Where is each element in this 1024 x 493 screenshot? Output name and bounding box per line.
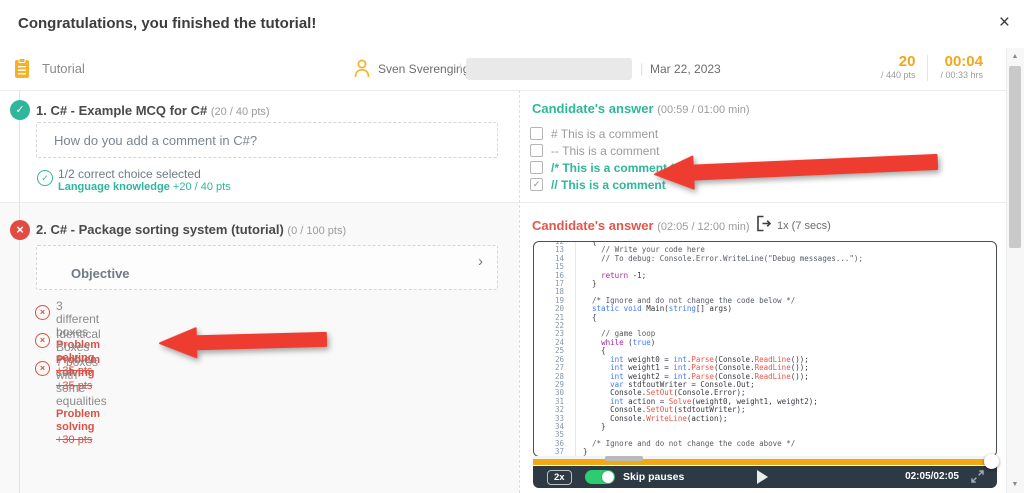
replay-info: 1x (7 secs) [777, 220, 831, 232]
column-divider [519, 90, 520, 493]
code-lines: 12 {13 // Write your code here14 // To d… [534, 241, 996, 457]
candidate-answer-heading-2: Candidate's answer (02:05 / 12:00 min) [532, 218, 750, 233]
mcq-option-label: -- This is a comment [551, 144, 659, 158]
tutorial-results-modal: Congratulations, you finished the tutori… [0, 0, 1024, 493]
chevron-right-icon: › [478, 253, 483, 270]
question1-title: 1. C# - Example MCQ for C# (20 / 40 pts) [36, 103, 270, 118]
info-bar: Tutorial Sven Sverenging | | Mar 22, 202… [0, 48, 1007, 91]
question1-prompt-box: How do you add a comment in C#? [36, 122, 498, 158]
timeline-line [19, 90, 20, 493]
section-divider [0, 202, 1007, 203]
objective-expander[interactable]: Objective › [36, 245, 498, 290]
modal-header: Congratulations, you finished the tutori… [0, 0, 1024, 49]
time-total: / 00:33 hrs [940, 70, 983, 81]
skill-label: Language knowledge [58, 181, 170, 193]
code-text: // To debug: Console.Error.WriteLine("De… [575, 255, 863, 263]
checkbox-icon[interactable] [530, 161, 543, 174]
candidate-email-redacted [466, 58, 632, 80]
playback-speed-button[interactable]: 2x [547, 470, 572, 485]
code-line: 14 // To debug: Console.Error.WriteLine(… [534, 255, 996, 263]
test-case-title: Identical Boxes [56, 328, 101, 354]
playback-progress-bar[interactable] [533, 459, 997, 465]
answer-time: (02:05 / 12:00 min) [657, 221, 749, 233]
question1-passed-icon: ✓ [10, 100, 30, 120]
code-text: static void Main(string[] args) [575, 305, 732, 313]
player-bar: 2x Skip pauses 02:05/02:05 [533, 466, 997, 488]
tab-switch-icon [755, 215, 772, 237]
vertical-scrollbar[interactable]: ▲ ▼ [1006, 48, 1024, 493]
play-icon[interactable] [757, 470, 768, 484]
answer-time: (00:59 / 01:00 min) [657, 104, 749, 116]
checkbox-icon[interactable] [530, 127, 543, 140]
test-case-title: 7 boxes with some equalities [56, 356, 107, 408]
question2-title-text: 2. C# - Package sorting system (tutorial… [36, 222, 284, 237]
player-time: 02:05/02:05 [905, 471, 959, 482]
code-line: 16 return -1; [534, 272, 996, 280]
objective-label: Objective [71, 266, 130, 281]
code-text: } [575, 423, 606, 431]
skill-label: Problem solving [56, 408, 100, 433]
question1-prompt: How do you add a comment in C#? [54, 133, 257, 148]
question1-skill-line: Language knowledge +20 / 40 pts [58, 181, 231, 193]
score-stat: 20 / 440 pts [881, 54, 916, 81]
person-icon [353, 58, 371, 83]
score-value: 20 [881, 54, 916, 70]
divider: | [640, 61, 643, 76]
checkbox-checked-icon[interactable]: ✓ [530, 178, 543, 191]
question1-result: 1/2 correct choice selected [58, 167, 201, 181]
skip-pauses-toggle[interactable] [585, 470, 615, 484]
test-case-body: 7 boxes with some equalitiesProblem solv… [56, 356, 107, 447]
playback-progress-knob[interactable] [984, 454, 999, 469]
question2-points: (0 / 100 pts) [287, 225, 346, 237]
skip-pauses-label: Skip pauses [623, 471, 684, 483]
code-text: /* Ignore and do not change the code abo… [575, 440, 795, 448]
scrollbar-thumb[interactable] [1009, 66, 1021, 248]
question2-title: 2. C# - Package sorting system (tutorial… [36, 222, 346, 237]
code-line: 17 } [534, 280, 996, 288]
score-total: / 440 pts [881, 70, 916, 81]
code-line: 36 /* Ignore and do not change the code … [534, 440, 996, 448]
question2-failed-icon: × [10, 220, 30, 240]
code-line: 34 } [534, 423, 996, 431]
annotation-arrow [157, 322, 333, 363]
cross-circle-icon: × [35, 333, 50, 348]
fullscreen-icon[interactable] [971, 470, 984, 488]
divider: | [459, 61, 462, 76]
code-hscroll-thumb[interactable] [605, 456, 643, 461]
close-icon[interactable]: × [999, 13, 1010, 33]
stat-divider [927, 55, 928, 81]
candidate-answer-heading-1: Candidate's answer (00:59 / 01:00 min) [532, 101, 750, 116]
checkbox-icon[interactable] [530, 144, 543, 157]
skill-points: +20 / 40 pts [173, 181, 231, 193]
time-value: 00:04 [940, 54, 983, 70]
test-name-label: Tutorial [42, 61, 85, 76]
test-date: Mar 22, 2023 [650, 62, 721, 76]
modal-title: Congratulations, you finished the tutori… [18, 15, 316, 32]
mcq-option-label: // This is a comment [551, 178, 666, 192]
answer-heading-text: Candidate's answer [532, 218, 654, 233]
code-line: 21 { [534, 314, 996, 322]
score-summary: 20 / 440 pts 00:04 / 00:33 hrs [881, 54, 983, 81]
code-line: 20 static void Main(string[] args) [534, 305, 996, 313]
answer-heading-text: Candidate's answer [532, 101, 654, 116]
check-circle-icon: ✓ [37, 170, 53, 186]
test-case-skill-line: Problem solving +30 pts [56, 408, 107, 447]
skill-points-strikethrough: +30 pts [56, 434, 92, 446]
candidate-name: Sven Sverenging [378, 62, 469, 76]
toggle-knob [602, 471, 614, 483]
clipboard-icon [14, 58, 30, 84]
question1-points: (20 / 40 pts) [211, 106, 270, 118]
scroll-down-icon[interactable]: ▼ [1007, 476, 1023, 493]
mcq-option: # This is a comment [530, 125, 678, 142]
scroll-up-icon[interactable]: ▲ [1007, 48, 1023, 65]
code-viewer: 12 {13 // Write your code here14 // To d… [533, 241, 997, 457]
cross-circle-icon: × [35, 305, 50, 320]
annotation-arrow [651, 143, 944, 196]
cross-circle-icon: × [35, 361, 50, 376]
mcq-option-label: # This is a comment [551, 127, 658, 141]
question1-title-text: 1. C# - Example MCQ for C# [36, 103, 207, 118]
time-stat: 00:04 / 00:33 hrs [940, 54, 983, 81]
